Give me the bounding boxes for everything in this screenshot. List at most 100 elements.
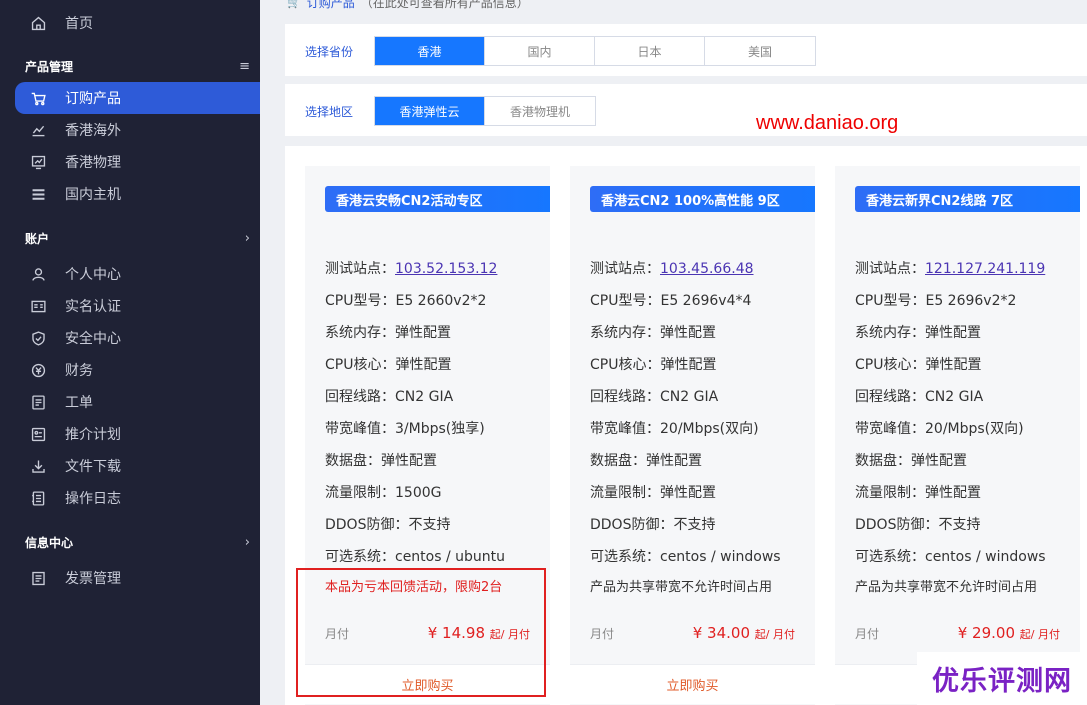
section-label: 信息中心 <box>25 536 74 550</box>
chevron-right-icon[interactable]: › <box>245 231 250 246</box>
sidebar: 首页 产品管理 ≡ 订购产品 香港海外 香港物理 国内主机 账户 › 个人中心 … <box>0 0 260 705</box>
home-icon <box>29 14 47 32</box>
sidebar-item-finance[interactable]: 财务 <box>15 354 260 386</box>
sidebar-item-domestic-host[interactable]: 国内主机 <box>15 178 260 210</box>
sidebar-item-hk-physical[interactable]: 香港物理 <box>15 146 260 178</box>
province-selector: 香港 国内 日本 美国 <box>374 36 816 66</box>
sidebar-item-label: 工单 <box>65 395 93 411</box>
sidebar-item-profile[interactable]: 个人中心 <box>15 258 260 290</box>
price-row: 月付 ¥ 34.00 起/ 月付 <box>590 624 795 642</box>
spec-os: 可选系统：centos / ubuntu <box>325 549 506 565</box>
spec-data-disk: 数据盘：弹性配置 <box>325 453 437 469</box>
cart-icon <box>29 89 47 107</box>
spec-memory: 系统内存：弹性配置 <box>855 325 981 341</box>
spec-traffic: 流量限制：弹性配置 <box>590 485 716 501</box>
province-option-hk[interactable]: 香港 <box>375 37 485 65</box>
sidebar-item-hk-overseas[interactable]: 香港海外 <box>15 114 260 146</box>
sidebar-item-label: 安全中心 <box>65 331 121 347</box>
sidebar-item-label: 财务 <box>65 363 93 379</box>
sidebar-item-label: 订购产品 <box>65 91 121 107</box>
test-site-link[interactable]: 103.52.153.12 <box>395 261 497 277</box>
sidebar-item-label: 国内主机 <box>65 187 121 203</box>
chart-icon <box>29 121 47 139</box>
province-filter-panel: 选择省份 香港 国内 日本 美国 <box>285 24 1087 76</box>
referral-icon <box>29 425 47 443</box>
spec-traffic: 流量限制：1500G <box>325 485 442 501</box>
menu-icon[interactable]: ≡ <box>239 59 250 74</box>
sidebar-item-label: 个人中心 <box>65 267 121 283</box>
sidebar-item-label: 首页 <box>65 16 93 32</box>
sidebar-item-label: 推介计划 <box>65 427 121 443</box>
monitor-chart-icon <box>29 153 47 171</box>
spec-cpu-cores: CPU核心：弹性配置 <box>590 357 717 373</box>
money-icon <box>29 361 47 379</box>
highlight-box <box>296 568 546 697</box>
spec-data-disk: 数据盘：弹性配置 <box>855 453 967 469</box>
cart-icon: 🛒 <box>287 0 301 9</box>
user-icon <box>29 265 47 283</box>
spec-route: 回程线路：CN2 GIA <box>590 389 719 405</box>
test-site-link[interactable]: 103.45.66.48 <box>660 261 754 277</box>
price-row: 月付 ¥ 29.00 起/ 月付 <box>855 624 1060 642</box>
sidebar-section-products[interactable]: 产品管理 ≡ <box>25 58 250 75</box>
region-option-hk-physical[interactable]: 香港物理机 <box>485 97 595 125</box>
sidebar-item-verification[interactable]: 实名认证 <box>15 290 260 322</box>
spec-cpu-model: CPU型号：E5 2696v2*2 <box>855 293 1017 309</box>
spec-cpu-model: CPU型号：E5 2696v4*4 <box>590 293 752 309</box>
billing-period: 月付 <box>590 627 615 641</box>
region-option-hk-elastic[interactable]: 香港弹性云 <box>375 97 485 125</box>
spec-ddos: DDOS防御：不支持 <box>855 517 981 533</box>
sidebar-item-order[interactable]: 订购产品 <box>15 82 260 114</box>
spec-ddos: DDOS防御：不支持 <box>590 517 716 533</box>
product-note: 产品为共享带宽不允许时间占用 <box>855 580 1038 595</box>
sidebar-item-label: 发票管理 <box>65 571 121 587</box>
product-note: 产品为共享带宽不允许时间占用 <box>590 580 773 595</box>
sidebar-item-label: 文件下载 <box>65 459 121 475</box>
shield-icon <box>29 329 47 347</box>
sidebar-item-home[interactable]: 首页 <box>15 7 260 39</box>
section-label: 账户 <box>25 232 50 246</box>
product-card: 香港云新界CN2线路 7区 测试站点：121.127.241.119 CPU型号… <box>835 166 1080 705</box>
spec-route: 回程线路：CN2 GIA <box>325 389 454 405</box>
id-card-icon <box>29 297 47 315</box>
sidebar-item-referral[interactable]: 推介计划 <box>15 418 260 450</box>
sidebar-item-download[interactable]: 文件下载 <box>15 450 260 482</box>
download-icon <box>29 457 47 475</box>
spec-data-disk: 数据盘：弹性配置 <box>590 453 702 469</box>
chevron-right-icon[interactable]: › <box>245 535 250 550</box>
province-option-japan[interactable]: 日本 <box>595 37 705 65</box>
sidebar-item-label: 香港海外 <box>65 123 121 139</box>
sidebar-section-info[interactable]: 信息中心 › <box>25 534 250 551</box>
breadcrumb-note: （在此处可查看所有产品信息） <box>360 0 529 10</box>
buy-now-button[interactable]: 立即购买 <box>570 664 815 704</box>
billing-period: 月付 <box>855 627 880 641</box>
spec-test-site: 测试站点：103.52.153.12 <box>325 261 498 277</box>
log-icon <box>29 489 47 507</box>
invoice-icon <box>29 569 47 587</box>
sidebar-item-ticket[interactable]: 工单 <box>15 386 260 418</box>
sidebar-item-label: 操作日志 <box>65 491 121 507</box>
region-filter-panel: 选择地区 香港弹性云 香港物理机 <box>285 84 1087 136</box>
spec-memory: 系统内存：弹性配置 <box>590 325 716 341</box>
sidebar-section-account[interactable]: 账户 › <box>25 230 250 247</box>
spec-bandwidth: 带宽峰值：20/Mbps(双向) <box>590 421 759 437</box>
product-title: 香港云新界CN2线路 7区 <box>855 186 1080 212</box>
spec-os: 可选系统：centos / windows <box>590 549 781 565</box>
province-filter-label: 选择省份 <box>305 45 354 59</box>
product-title: 香港云安畅CN2活动专区 <box>325 186 550 212</box>
price: ¥ 29.00 起/ 月付 <box>957 624 1060 642</box>
breadcrumb-label[interactable]: 订购产品 <box>307 0 355 11</box>
sidebar-item-invoice[interactable]: 发票管理 <box>15 562 260 594</box>
watermark: www.daniao.org <box>756 112 899 134</box>
sidebar-item-label: 实名认证 <box>65 299 121 315</box>
sidebar-item-log[interactable]: 操作日志 <box>15 482 260 514</box>
breadcrumb: 🛒 订购产品 （在此处可查看所有产品信息） <box>287 0 529 11</box>
province-option-domestic[interactable]: 国内 <box>485 37 595 65</box>
spec-bandwidth: 带宽峰值：3/Mbps(独享) <box>325 421 485 437</box>
test-site-link[interactable]: 121.127.241.119 <box>925 261 1045 277</box>
spec-bandwidth: 带宽峰值：20/Mbps(双向) <box>855 421 1024 437</box>
province-option-usa[interactable]: 美国 <box>705 37 815 65</box>
ticket-icon <box>29 393 47 411</box>
sidebar-item-label: 香港物理 <box>65 155 121 171</box>
sidebar-item-security[interactable]: 安全中心 <box>15 322 260 354</box>
